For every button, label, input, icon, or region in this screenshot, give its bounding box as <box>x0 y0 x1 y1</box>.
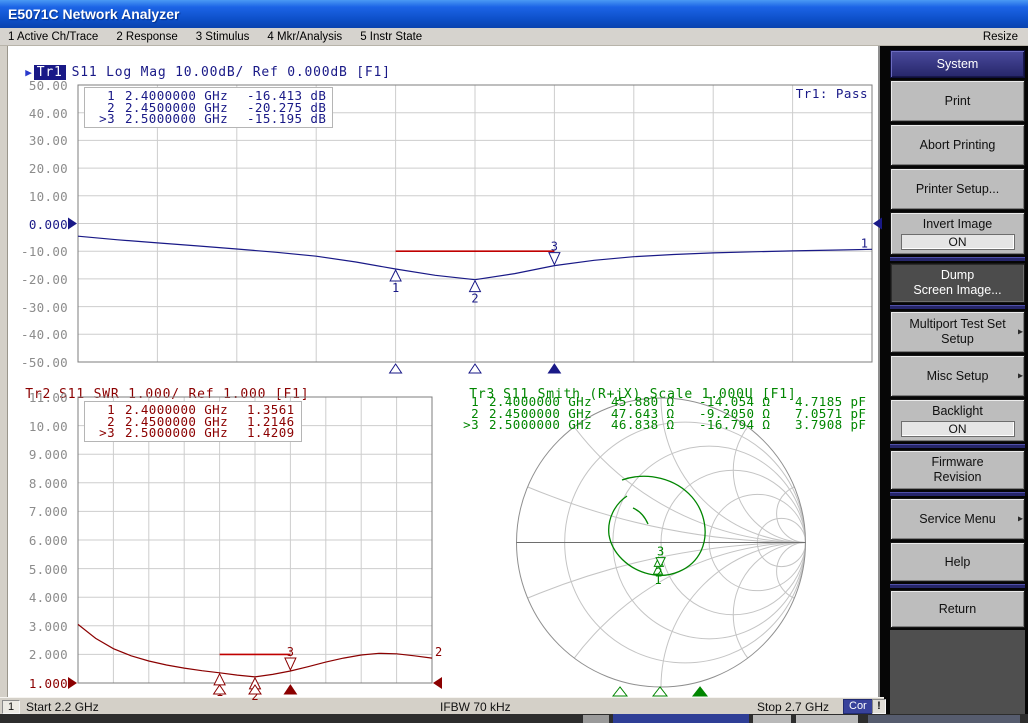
marker-readout-row: >3 2.5000000 GHz46.838 Ω-16.794 Ω3.7908 p… <box>455 419 866 431</box>
marker-axis-indicator-icon <box>284 685 296 694</box>
marker-number: 2 <box>655 565 662 579</box>
ref-level-icon <box>68 218 77 230</box>
marker-value: -15.195 dB <box>247 113 326 125</box>
marker-freq: 2.5000000 GHz <box>125 427 247 439</box>
marker-number: 3 <box>657 545 664 559</box>
marker-c: 3.7908 pF <box>795 419 866 431</box>
marker-r: 46.838 Ω <box>611 419 699 431</box>
marker-glyph <box>390 270 401 281</box>
marker-freq: 2.5000000 GHz <box>125 113 247 125</box>
marker-glyph <box>214 674 225 685</box>
marker-axis-indicator-icon <box>548 364 560 373</box>
marker-value: 1.4209 <box>247 427 295 439</box>
trace-number-label: 1 <box>861 236 868 250</box>
marker-x: -16.794 Ω <box>699 419 795 431</box>
marker-glyph-active <box>549 253 560 265</box>
marker-axis-indicator-icon <box>613 687 627 696</box>
marker-axis-indicator-icon <box>653 687 667 696</box>
marker-readout-row: >3 2.5000000 GHz-15.195 dB <box>91 113 326 125</box>
marker-axis-indicator-icon <box>390 364 402 373</box>
marker-freq: 2.5000000 GHz <box>489 419 611 431</box>
marker-number: 1 <box>392 281 399 295</box>
ref-level-icon <box>873 218 882 230</box>
marker-readout-row: >3 2.5000000 GHz1.4209 <box>91 427 295 439</box>
marker-glyph <box>470 281 481 292</box>
trace-number-label: 2 <box>435 645 442 659</box>
tr2-marker-readout: 12.4000000 GHz1.356122.4500000 GHz1.2146… <box>84 401 302 442</box>
ref-level-icon <box>433 677 442 689</box>
marker-number: 3 <box>551 240 558 254</box>
marker-n: >3 <box>455 419 479 431</box>
marker-number: 2 <box>471 292 478 306</box>
marker-axis-indicator-icon <box>469 364 481 373</box>
marker-number: 3 <box>287 645 294 659</box>
marker-axis-indicator-icon <box>693 687 707 696</box>
ref-level-icon <box>68 677 77 689</box>
tr1-marker-readout: 12.4000000 GHz-16.413 dB22.4500000 GHz-2… <box>84 87 333 128</box>
chart-tr1-s11-log-mag: 1 1 2 3 <box>68 85 882 373</box>
chart-tr2-s11-swr: 2123 <box>68 397 442 703</box>
marker-glyph-active <box>285 658 296 670</box>
marker-n: >3 <box>91 427 115 439</box>
tr3-marker-readout: 12.4000000 GHz45.880 Ω-14.054 Ω4.7185 pF… <box>455 396 866 431</box>
marker-n: >3 <box>91 113 115 125</box>
